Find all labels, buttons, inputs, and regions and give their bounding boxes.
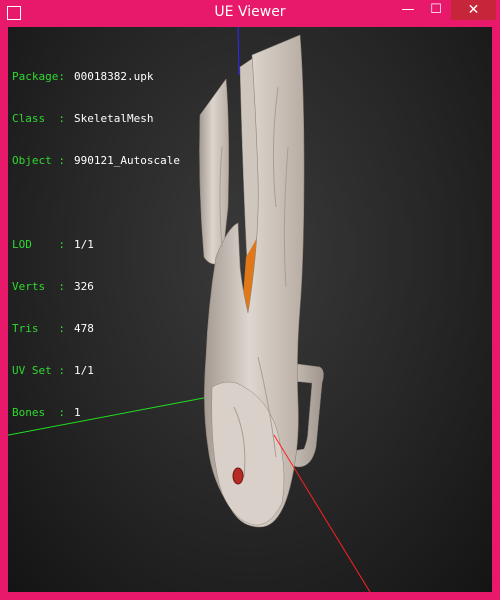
close-button[interactable]: ✕	[451, 0, 496, 20]
uvset-row: UV Set : 1/1	[12, 364, 180, 378]
mesh-blade-left	[199, 78, 229, 265]
package-label: Package:	[12, 70, 65, 83]
mesh-eye	[232, 467, 244, 485]
tris-value: 478	[74, 322, 94, 335]
bones-value: 1	[74, 406, 81, 419]
object-value: 990121_Autoscale	[74, 154, 180, 167]
title-bar[interactable]: UE Viewer — ☐ ✕	[0, 0, 500, 27]
class-value: SkeletalMesh	[74, 112, 154, 125]
verts-row: Verts : 326	[12, 280, 180, 294]
maximize-button[interactable]: ☐	[423, 0, 449, 20]
tris-label: Tris :	[12, 322, 65, 335]
bones-row: Bones : 1	[12, 406, 180, 420]
uvset-label: UV Set :	[12, 364, 65, 377]
object-row: Object : 990121_Autoscale	[12, 154, 180, 168]
minimize-button[interactable]: —	[395, 0, 421, 20]
lod-value: 1/1	[74, 238, 94, 251]
axis-x-line	[273, 434, 371, 592]
uvset-value: 1/1	[74, 364, 94, 377]
lod-label: LOD :	[12, 238, 65, 251]
3d-viewport[interactable]: Package: 00018382.upk Class : SkeletalMesh…	[8, 27, 492, 592]
package-row: Package: 00018382.upk	[12, 70, 180, 84]
mesh-info-overlay: Package: 00018382.upk Class : SkeletalMesh…	[12, 42, 180, 448]
app-window: UE Viewer — ☐ ✕ Package: 00018382.upk Cl…	[0, 0, 500, 600]
lod-row: LOD : 1/1	[12, 238, 180, 252]
object-label: Object :	[12, 154, 65, 167]
verts-label: Verts :	[12, 280, 65, 293]
tris-row: Tris : 478	[12, 322, 180, 336]
class-label: Class :	[12, 112, 65, 125]
bones-label: Bones :	[12, 406, 65, 419]
package-value: 00018382.upk	[74, 70, 154, 83]
verts-value: 326	[74, 280, 94, 293]
axis-z-line	[237, 27, 240, 76]
class-row: Class : SkeletalMesh	[12, 112, 180, 126]
